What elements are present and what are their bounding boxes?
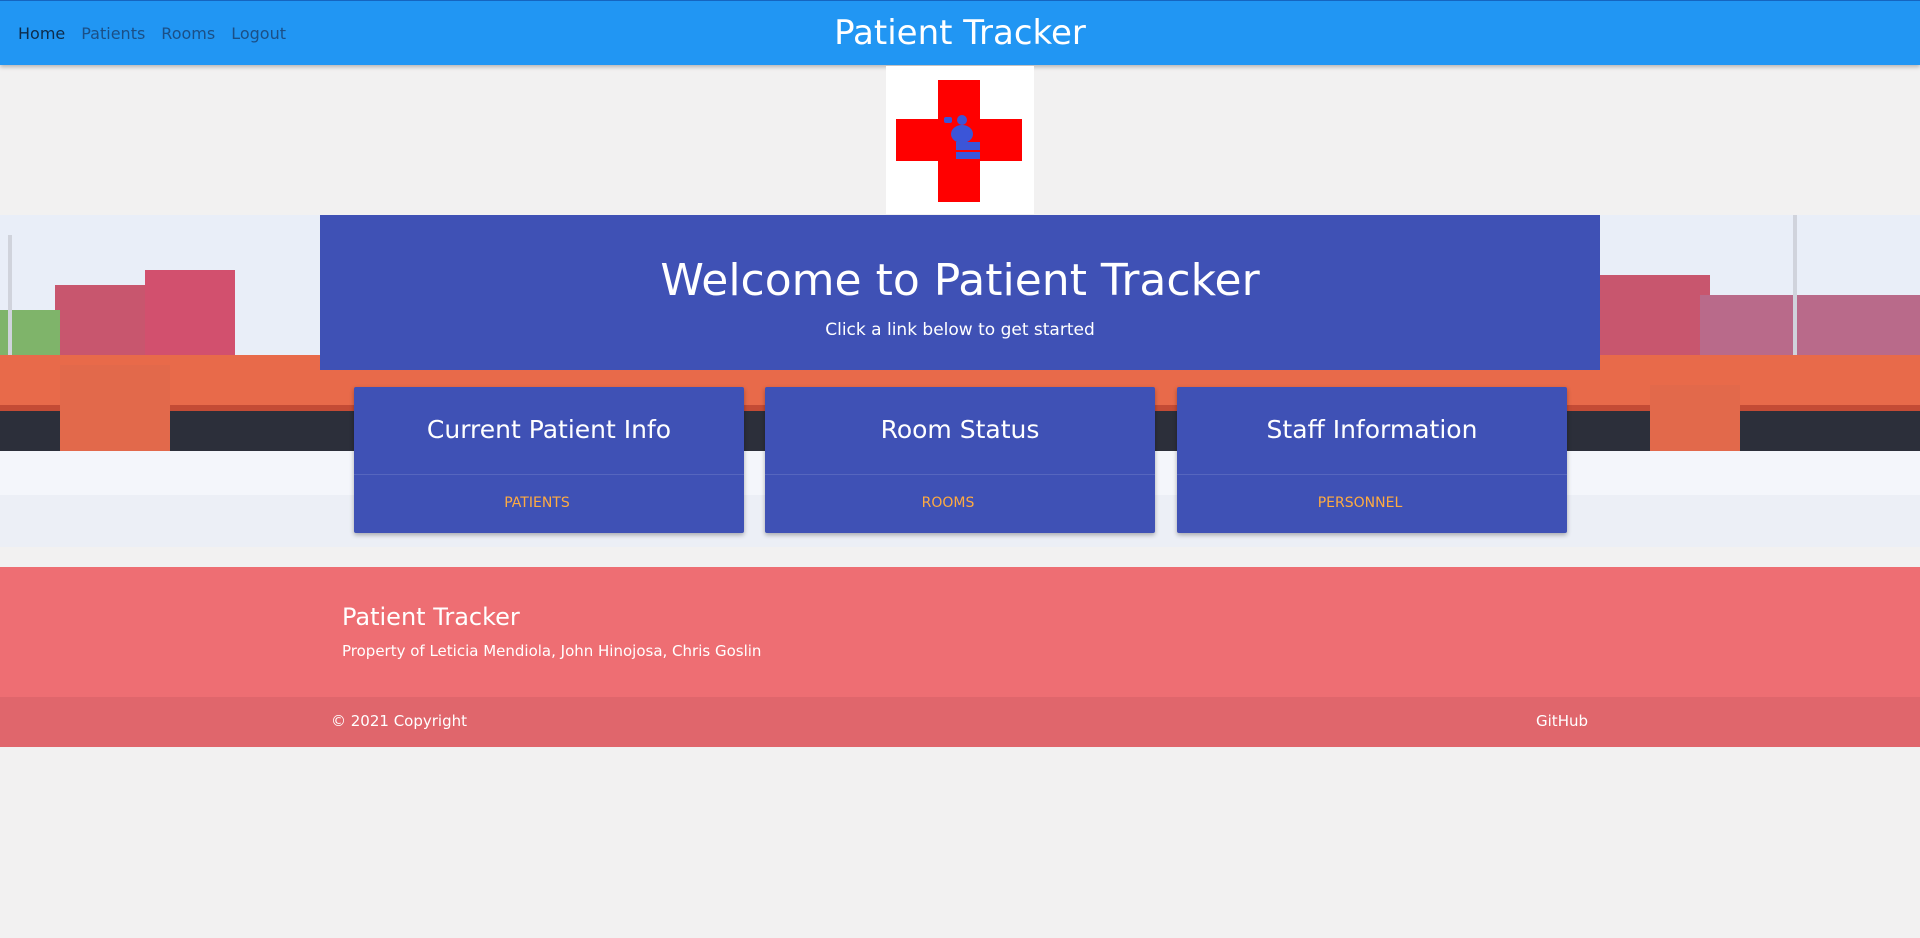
- footer-title: Patient Tracker: [342, 603, 520, 631]
- navbar: Home Patients Rooms Logout Patient Track…: [0, 0, 1920, 65]
- brand-title[interactable]: Patient Tracker: [834, 13, 1086, 53]
- github-link[interactable]: GitHub: [1536, 712, 1588, 730]
- person-in-bed-icon: [944, 115, 980, 159]
- welcome-banner: Welcome to Patient Tracker Click a link …: [320, 215, 1600, 370]
- footer-copyright-bar: © 2021 Copyright GitHub: [0, 697, 1920, 747]
- page-footer: Patient Tracker Property of Leticia Mend…: [0, 567, 1920, 747]
- personnel-link[interactable]: PERSONNEL: [1177, 475, 1567, 533]
- nav-links: Home Patients Rooms Logout: [18, 1, 286, 66]
- patients-link[interactable]: PATIENTS: [354, 475, 744, 533]
- card-title: Current Patient Info: [354, 387, 744, 475]
- nav-link-logout[interactable]: Logout: [231, 24, 286, 43]
- nav-link-patients[interactable]: Patients: [81, 24, 145, 43]
- card-title: Room Status: [765, 387, 1155, 475]
- rooms-link[interactable]: ROOMS: [765, 475, 1155, 533]
- nav-link-home[interactable]: Home: [18, 24, 65, 43]
- red-cross-logo-icon: [886, 66, 1034, 214]
- nav-link-rooms[interactable]: Rooms: [161, 24, 215, 43]
- hero-section: Welcome to Patient Tracker Click a link …: [0, 215, 1920, 547]
- welcome-title: Welcome to Patient Tracker: [660, 255, 1260, 306]
- card-title: Staff Information: [1177, 387, 1567, 475]
- card-room-status: Room Status ROOMS: [765, 387, 1155, 533]
- footer-ownership-text: Property of Leticia Mendiola, John Hinoj…: [342, 642, 762, 660]
- welcome-subtitle: Click a link below to get started: [825, 320, 1095, 340]
- card-staff-information: Staff Information PERSONNEL: [1177, 387, 1567, 533]
- copyright-text: © 2021 Copyright: [331, 712, 468, 730]
- card-current-patient-info: Current Patient Info PATIENTS: [354, 387, 744, 533]
